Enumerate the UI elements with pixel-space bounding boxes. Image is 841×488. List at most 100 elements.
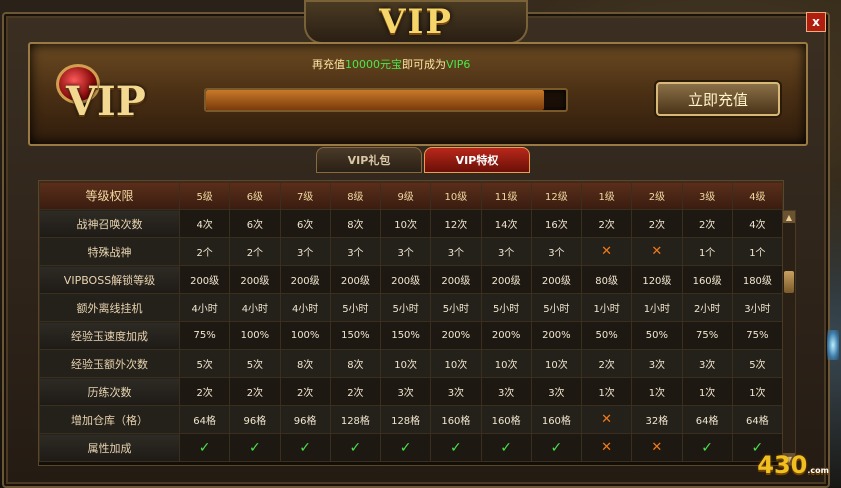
recharge-tip: 再充值10000元宝即可成为VIP6 (312, 56, 470, 72)
table-cell: 5小时 (530, 293, 583, 322)
table-cell: 100% (279, 321, 331, 350)
table-row: 经验玉额外次数 5次 5次 8次 8次 10次 10次 10次 10次 2次 3次 3次 5次 (39, 349, 784, 378)
level-header: 8级 (329, 181, 382, 210)
table-cell: 1次 (681, 377, 733, 406)
scroll-thumb[interactable] (784, 271, 794, 293)
table-cell: ✓ (379, 433, 432, 462)
level-header: 12级 (530, 181, 583, 210)
row-label: 特殊战神 (39, 237, 180, 266)
cross-icon: ✕ (651, 244, 663, 259)
title-plate: VIP (304, 0, 528, 44)
cross-icon: ✕ (601, 440, 613, 455)
table-cell: ✓ (329, 433, 382, 462)
table-cell: 200级 (229, 265, 281, 294)
table-scrollbar[interactable]: ▲ ▼ (782, 210, 796, 466)
table-cell: 64格 (731, 405, 784, 434)
tab-1[interactable]: VIP特权 (424, 147, 530, 173)
row-label: 经验玉额外次数 (39, 349, 180, 378)
row-label: 战神召唤次数 (39, 209, 180, 238)
table-cell: 160级 (681, 265, 733, 294)
watermark-suffix: .com (807, 466, 829, 475)
table-cell: 2次 (631, 209, 683, 238)
table-cell: 3次 (681, 349, 733, 378)
table-cell: 3次 (631, 349, 683, 378)
table-cell: ✓ (530, 433, 583, 462)
row-label: 属性加成 (39, 433, 180, 462)
close-button[interactable]: x (806, 12, 826, 32)
table-cell: 1小时 (631, 293, 683, 322)
site-watermark: 430.com (757, 451, 829, 479)
cross-icon: ✕ (601, 244, 613, 259)
table-cell: 5次 (229, 349, 281, 378)
table-cell: 10次 (430, 349, 482, 378)
table-cell: 128格 (379, 405, 432, 434)
table-cell: 16次 (530, 209, 583, 238)
row-label: 额外离线挂机 (39, 293, 180, 322)
table-cell: 150% (329, 321, 382, 350)
recharge-button[interactable]: 立即充值 (656, 82, 780, 116)
vip-window: VIP VIP 再充值10000元宝即可成为VIP6 立即充值 VIP礼包 VIP… (2, 0, 830, 488)
table-cell: 5小时 (430, 293, 482, 322)
table-cell: 3小时 (731, 293, 784, 322)
table-cell: 5次 (178, 349, 231, 378)
table-cell: 4次 (731, 209, 784, 238)
table-cell: 200级 (530, 265, 583, 294)
table-cell: 200% (430, 321, 482, 350)
table-cell: 64格 (178, 405, 231, 434)
table-cell: 2次 (580, 209, 633, 238)
table-cell: ✓ (480, 433, 532, 462)
table-cell: 1个 (731, 237, 784, 266)
table-cell: 2次 (681, 209, 733, 238)
table-cell: 200级 (379, 265, 432, 294)
table-cell: 12次 (430, 209, 482, 238)
tip-target: VIP6 (446, 58, 471, 71)
table-cell: 200级 (279, 265, 331, 294)
level-header: 2级 (631, 181, 683, 210)
table-cell: ✓ (681, 433, 733, 462)
table-cell: 75% (681, 321, 733, 350)
table-cell: 80级 (580, 265, 633, 294)
table-cell: 4小时 (279, 293, 331, 322)
side-gem-icon (827, 330, 839, 360)
table-cell: 8次 (329, 349, 382, 378)
table-cell: 200级 (480, 265, 532, 294)
table-row: 增加仓库（格） 64格 96格 96格 128格 128格 160格 160格 160格 ✕ 32格… (39, 405, 784, 434)
table-cell: ✓ (178, 433, 231, 462)
table-cell: 5小时 (379, 293, 432, 322)
table-cell: 4次 (178, 209, 231, 238)
table-cell: 2次 (178, 377, 231, 406)
table-cell: 1小时 (580, 293, 633, 322)
table-cell: 180级 (731, 265, 784, 294)
table-row: 属性加成 ✓ ✓ ✓ ✓ ✓ ✓ ✓ ✓ ✕ ✕ ✓ ✓ (39, 433, 784, 462)
table-cell: 3次 (530, 377, 583, 406)
table-cell: 2个 (178, 237, 231, 266)
table-cell: 4小时 (229, 293, 281, 322)
table-cell: 10次 (379, 349, 432, 378)
level-header: 11级 (480, 181, 532, 210)
table-cell: 2个 (229, 237, 281, 266)
table-cell: ✕ (631, 433, 683, 462)
level-header: 5级 (178, 181, 231, 210)
table-cell: 3个 (279, 237, 331, 266)
table-cell: 32格 (631, 405, 683, 434)
vip-logo: VIP (46, 58, 176, 130)
vip-progress-fill (206, 90, 545, 110)
level-header: 4级 (731, 181, 784, 210)
table-cell: 96格 (229, 405, 281, 434)
table-cell: 5小时 (329, 293, 382, 322)
tab-0[interactable]: VIP礼包 (316, 147, 422, 173)
table-cell: 1次 (631, 377, 683, 406)
table-cell: 10次 (480, 349, 532, 378)
check-icon: ✓ (198, 439, 211, 456)
table-cell: 1次 (731, 377, 784, 406)
scroll-up-icon[interactable]: ▲ (783, 211, 795, 223)
check-icon: ✓ (349, 439, 362, 456)
table-cell: 3个 (430, 237, 482, 266)
level-header: 3级 (681, 181, 733, 210)
table-cell: 3个 (379, 237, 432, 266)
check-icon: ✓ (701, 439, 713, 456)
table-cell: 3次 (480, 377, 532, 406)
table-cell: 3个 (329, 237, 382, 266)
table-cell: 64格 (681, 405, 733, 434)
table-cell: 2次 (229, 377, 281, 406)
